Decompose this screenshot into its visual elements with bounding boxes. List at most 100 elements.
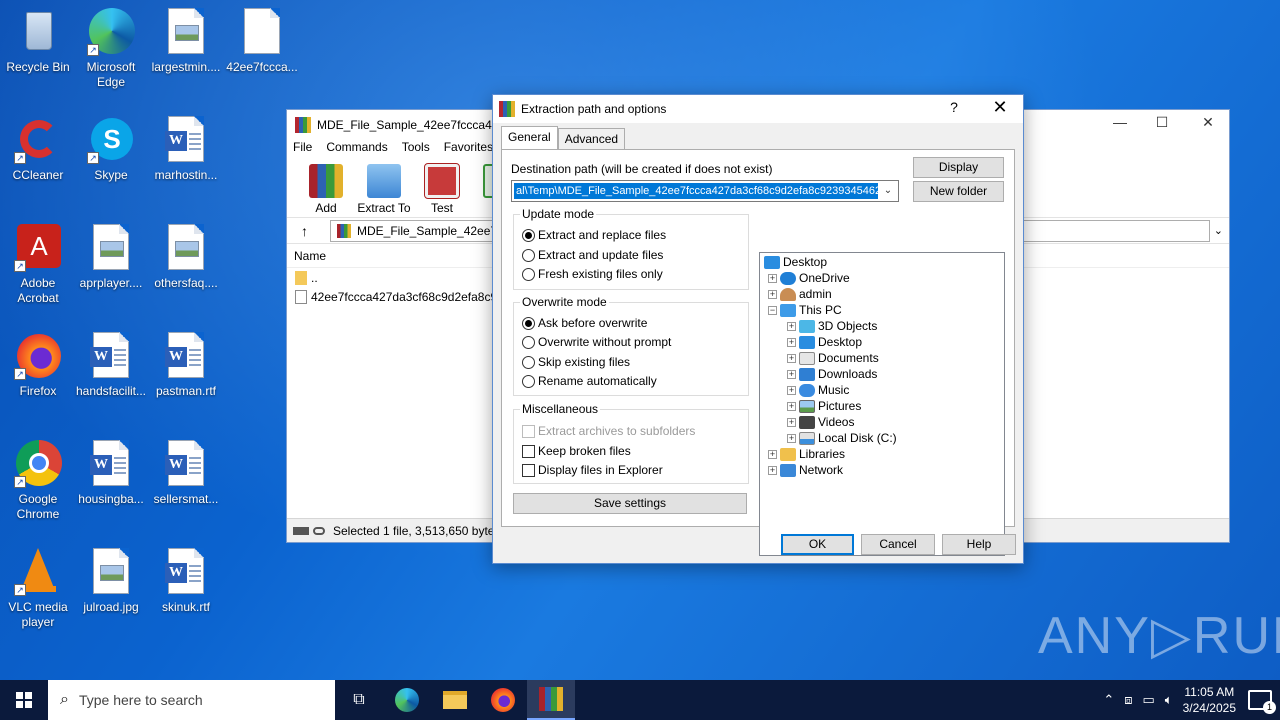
test-button[interactable]: Test: [413, 160, 471, 217]
radio-button[interactable]: [522, 355, 535, 369]
desktop-icon-largestmin[interactable]: largestmin....: [148, 8, 224, 75]
folder-tree[interactable]: Desktop + OneDrive + admin − This PC + 3…: [759, 252, 1005, 556]
desktop-icon-handsfacilit[interactable]: W handsfacilit...: [73, 332, 149, 399]
notification-icon[interactable]: 1: [1248, 690, 1276, 714]
desktop-icon-42ee7fccca[interactable]: 42ee7fccca...: [224, 8, 300, 75]
desktop-icon-skype[interactable]: S ↗ Skype: [73, 116, 149, 183]
tab-general[interactable]: General: [501, 126, 558, 149]
tree-node-documents[interactable]: + Documents: [787, 350, 879, 366]
desktop-icon-pastman[interactable]: W pastman.rtf: [148, 332, 224, 399]
cancel-button[interactable]: Cancel: [861, 534, 935, 555]
tree-node-downloads[interactable]: + Downloads: [787, 366, 877, 382]
start-button[interactable]: [0, 680, 48, 720]
desktop-icon-skinuk[interactable]: W skinuk.rtf: [148, 548, 224, 615]
desktop-icon-aprplayer[interactable]: aprplayer....: [73, 224, 149, 291]
tree-node-onedrive[interactable]: + OneDrive: [768, 270, 850, 286]
add-button[interactable]: Add: [297, 160, 355, 217]
collapse-icon[interactable]: −: [768, 305, 777, 315]
display-button[interactable]: Display: [913, 157, 1004, 178]
close-icon[interactable]: ✕: [1185, 114, 1231, 131]
help-button[interactable]: Help: [942, 534, 1016, 555]
column-name[interactable]: Name: [294, 249, 326, 263]
checkbox[interactable]: [522, 444, 535, 458]
destination-path-combo[interactable]: al\Temp\MDE_File_Sample_42ee7fccca427da3…: [511, 180, 899, 202]
desktop-icon-firefox[interactable]: ↗ Firefox: [0, 332, 76, 399]
ok-button[interactable]: OK: [781, 534, 854, 555]
winrar-taskbar-icon[interactable]: [527, 680, 575, 720]
expand-icon[interactable]: +: [787, 417, 796, 427]
expand-icon[interactable]: +: [787, 401, 796, 411]
desktop-icon-sellersmat[interactable]: W sellersmat...: [148, 440, 224, 507]
minimize-icon[interactable]: —: [1097, 114, 1143, 130]
tree-node-local-disk[interactable]: + Local Disk (C:): [787, 430, 897, 446]
radio-button[interactable]: [522, 374, 535, 388]
radio-button[interactable]: [522, 335, 535, 349]
ethernet-icon[interactable]: ▭: [1143, 692, 1155, 708]
menu-file[interactable]: File: [293, 140, 312, 160]
tree-node-admin[interactable]: + admin: [768, 286, 832, 302]
tree-node-libraries[interactable]: + Libraries: [768, 446, 845, 462]
expand-icon[interactable]: +: [787, 337, 796, 347]
desktop-icon-microsoft-edge[interactable]: ↗ Microsoft Edge: [73, 8, 149, 90]
firefox-taskbar-icon[interactable]: [479, 680, 527, 720]
tree-node-music[interactable]: + Music: [787, 382, 849, 398]
tree-node-3d-objects[interactable]: + 3D Objects: [787, 318, 877, 334]
radio-button[interactable]: [522, 248, 535, 262]
desktop-icon-marhostin[interactable]: W marhostin...: [148, 116, 224, 183]
desktop-icon-adobe-acrobat[interactable]: A ↗ Adobe Acrobat: [0, 224, 76, 306]
tree-node-network[interactable]: + Network: [768, 462, 843, 478]
radio-overwrite-without-prompt[interactable]: Overwrite without prompt: [522, 334, 671, 350]
desktop-icon-vlc[interactable]: ↗ VLC media player: [0, 548, 76, 630]
network-tray-icon[interactable]: ⧈: [1124, 692, 1132, 708]
radio-extract-replace[interactable]: Extract and replace files: [522, 227, 666, 243]
tree-node-desktop-sub[interactable]: + Desktop: [787, 334, 862, 350]
radio-button-selected[interactable]: [522, 228, 535, 242]
expand-icon[interactable]: +: [787, 385, 796, 395]
expand-icon[interactable]: +: [787, 369, 796, 379]
menu-favorites[interactable]: Favorites: [444, 140, 493, 160]
checkbox-display-in-explorer[interactable]: Display files in Explorer: [522, 462, 663, 478]
radio-fresh-existing[interactable]: Fresh existing files only: [522, 266, 663, 282]
volume-icon[interactable]: 🔈︎: [1165, 692, 1173, 708]
chevron-down-icon[interactable]: ⌄: [878, 181, 898, 201]
expand-icon[interactable]: +: [768, 273, 777, 283]
chevron-down-icon[interactable]: ⌄: [1214, 224, 1223, 237]
help-icon[interactable]: ?: [937, 99, 971, 115]
extract-to-button[interactable]: Extract To: [355, 160, 413, 217]
expand-icon[interactable]: +: [787, 321, 796, 331]
desktop-icon-othersfaq[interactable]: othersfaq....: [148, 224, 224, 291]
tree-node-pictures[interactable]: + Pictures: [787, 398, 861, 414]
radio-extract-update[interactable]: Extract and update files: [522, 247, 663, 263]
tree-node-this-pc[interactable]: − This PC: [768, 302, 842, 318]
file-explorer-icon[interactable]: [431, 680, 479, 720]
task-view-icon[interactable]: ⧉: [335, 680, 383, 720]
up-arrow-icon[interactable]: ↑: [301, 223, 308, 239]
taskbar-search-box[interactable]: ⌕ Type here to search: [48, 680, 335, 720]
desktop-icon-recycle-bin[interactable]: Recycle Bin: [0, 8, 76, 75]
radio-rename-automatically[interactable]: Rename automatically: [522, 373, 657, 389]
save-settings-button[interactable]: Save settings: [513, 493, 747, 514]
edge-taskbar-icon[interactable]: [383, 680, 431, 720]
chevron-up-icon[interactable]: ⌃: [1103, 692, 1114, 708]
radio-button[interactable]: [522, 267, 535, 281]
new-folder-button[interactable]: New folder: [913, 181, 1004, 202]
expand-icon[interactable]: +: [787, 433, 796, 443]
expand-icon[interactable]: +: [787, 353, 796, 363]
desktop-icon-google-chrome[interactable]: ↗ Google Chrome: [0, 440, 76, 522]
tab-advanced[interactable]: Advanced: [557, 128, 626, 149]
desktop-icon-julroad[interactable]: julroad.jpg: [73, 548, 149, 615]
radio-button-selected[interactable]: [522, 316, 535, 330]
expand-icon[interactable]: +: [768, 465, 777, 475]
checkbox-keep-broken-files[interactable]: Keep broken files: [522, 443, 631, 459]
expand-icon[interactable]: +: [768, 289, 777, 299]
menu-commands[interactable]: Commands: [326, 140, 387, 160]
desktop-icon-housingba[interactable]: W housingba...: [73, 440, 149, 507]
desktop-icon-ccleaner[interactable]: ↗ CCleaner: [0, 116, 76, 183]
tree-node-videos[interactable]: + Videos: [787, 414, 854, 430]
tree-node-desktop[interactable]: Desktop: [764, 254, 827, 270]
checkbox[interactable]: [522, 463, 535, 477]
radio-ask-before-overwrite[interactable]: Ask before overwrite: [522, 315, 647, 331]
close-icon[interactable]: ✕: [977, 97, 1023, 118]
radio-skip-existing[interactable]: Skip existing files: [522, 354, 630, 370]
menu-tools[interactable]: Tools: [402, 140, 430, 160]
